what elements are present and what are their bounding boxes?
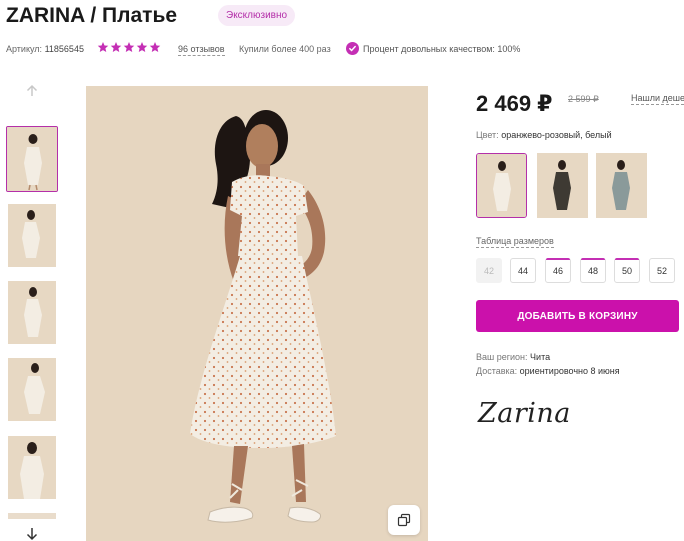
- gallery-thumb[interactable]: [8, 281, 56, 344]
- star-icon: [123, 42, 135, 52]
- found-cheaper-link[interactable]: Нашли дешевле?: [631, 93, 684, 105]
- current-price: 2 469 ₽: [476, 91, 553, 116]
- gallery-thumb[interactable]: [8, 513, 56, 519]
- arrow-down-icon[interactable]: [24, 526, 40, 541]
- copy-button[interactable]: [388, 505, 420, 535]
- add-to-cart-button[interactable]: ДОБАВИТЬ В КОРЗИНУ: [476, 300, 679, 332]
- delivery-label: Доставка:: [476, 366, 518, 376]
- copy-icon: [397, 513, 411, 527]
- main-product-image[interactable]: [86, 86, 428, 541]
- product-title: ZARINA / Платье: [6, 4, 178, 27]
- size-option[interactable]: 50: [614, 258, 640, 283]
- bought-count: Купили более 400 раз: [239, 44, 331, 54]
- color-swatch[interactable]: [537, 153, 588, 218]
- region-value[interactable]: Чита: [530, 352, 550, 362]
- color-value: оранжево-розовый, белый: [501, 130, 612, 140]
- quality-info: Процент довольных качеством: 100%: [346, 42, 520, 55]
- delivery-value: ориентировочно 8 июня: [519, 366, 620, 376]
- size-option[interactable]: 52: [649, 258, 675, 283]
- region-info: Ваш регион: Чита: [476, 352, 550, 362]
- reviews-link[interactable]: 96 отзывов: [178, 44, 225, 56]
- size-option[interactable]: 44: [510, 258, 536, 283]
- size-option[interactable]: 48: [580, 258, 606, 283]
- article-value: 11856545: [44, 44, 84, 54]
- star-icon: [97, 42, 109, 52]
- star-icon: [149, 42, 161, 52]
- chevron-up-icon[interactable]: [24, 83, 40, 99]
- star-icon: [136, 42, 148, 52]
- gallery-thumb[interactable]: [8, 358, 56, 421]
- color-swatch[interactable]: [596, 153, 647, 218]
- article-label: Артикул:: [6, 44, 43, 54]
- color-label: Цвет:: [476, 130, 499, 140]
- gallery-thumb[interactable]: [8, 436, 56, 499]
- exclusive-badge: Эксклюзивно: [218, 5, 296, 26]
- check-circle-icon: [346, 42, 359, 55]
- star-icon: [110, 42, 122, 52]
- old-price: 2 599 ₽: [568, 94, 599, 104]
- delivery-info: Доставка: ориентировочно 8 июня: [476, 366, 620, 376]
- size-option[interactable]: 46: [545, 258, 571, 283]
- gallery-thumb[interactable]: [6, 126, 58, 192]
- brand-logo[interactable]: Zarina: [478, 398, 571, 429]
- product-page: ZARINA / Платье Эксклюзивно Артикул: 118…: [0, 0, 684, 541]
- size-table-link[interactable]: Таблица размеров: [476, 236, 554, 248]
- gallery-thumb[interactable]: [8, 204, 56, 267]
- region-label: Ваш регион:: [476, 352, 528, 362]
- color-info: Цвет: оранжево-розовый, белый: [476, 130, 612, 140]
- color-swatch[interactable]: [476, 153, 527, 218]
- article: Артикул: 11856545: [6, 44, 84, 54]
- size-option[interactable]: 42: [476, 258, 502, 283]
- quality-text: Процент довольных качеством: 100%: [363, 43, 521, 54]
- rating-stars: [97, 41, 161, 53]
